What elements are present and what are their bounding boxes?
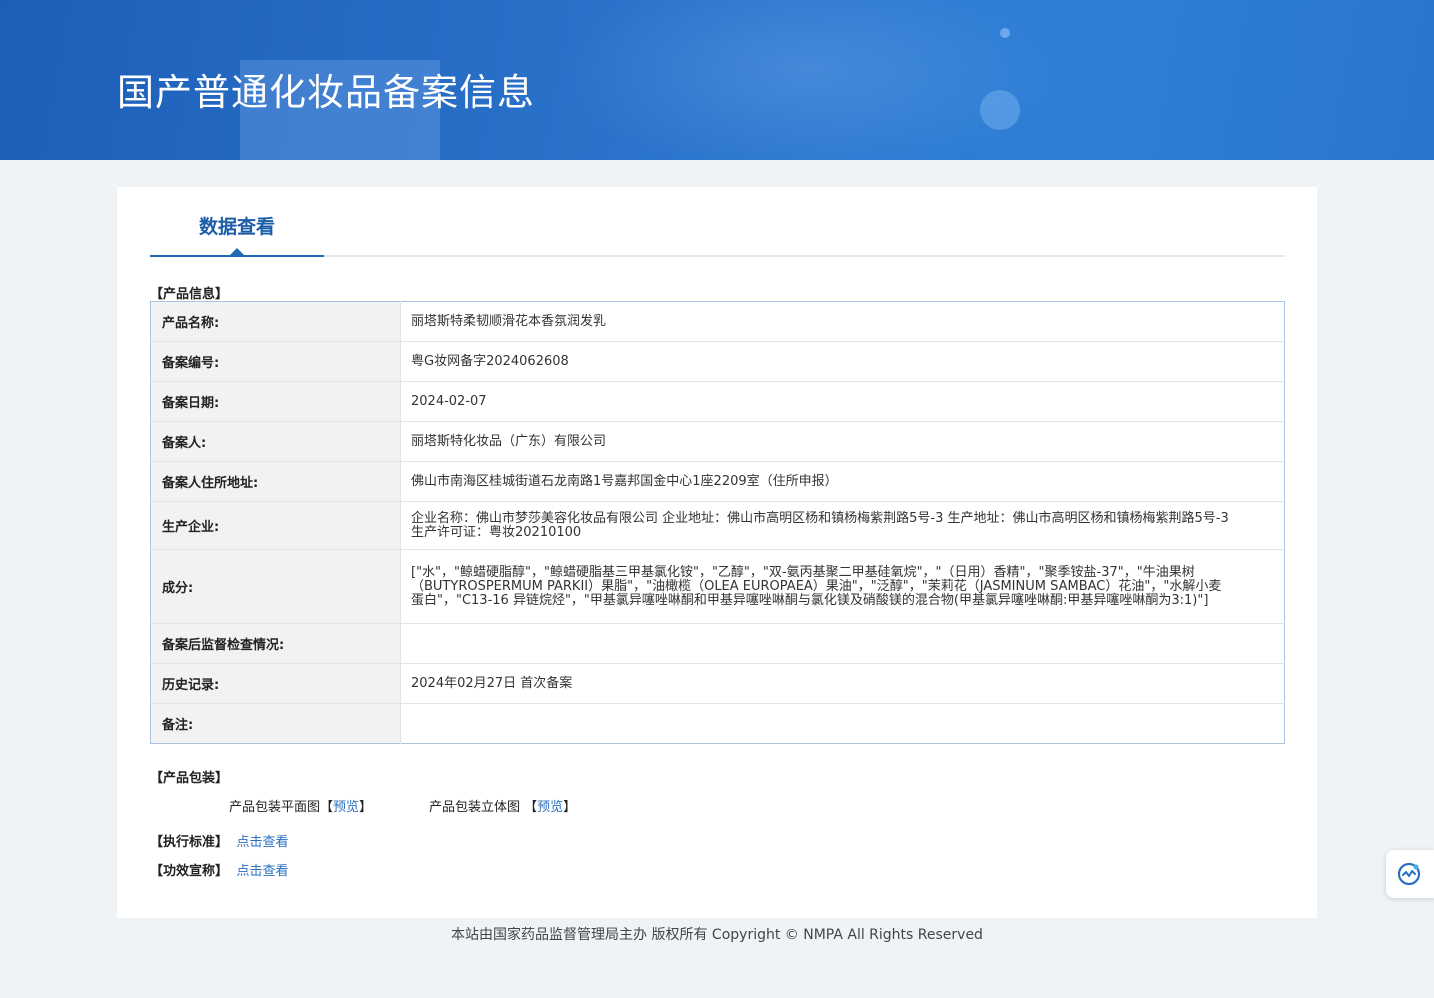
tab-data-view[interactable]: 数据查看 [150, 212, 324, 257]
section-standard: 【执行标准】 点击查看 [150, 831, 289, 850]
table-row: 产品名称: 丽塔斯特柔韧顺滑花本香氛润发乳 [150, 301, 1285, 342]
efficacy-label: 【功效宣称】 [150, 864, 229, 879]
field-label: 备案人住所地址: [150, 461, 401, 502]
table-row: 备案人: 丽塔斯特化妆品（广东）有限公司 [150, 421, 1285, 462]
content-card: 数据查看 【产品信息】 产品名称: 丽塔斯特柔韧顺滑花本香氛润发乳 备案编号: … [117, 187, 1317, 918]
banner-decoration [980, 90, 1020, 130]
footer-copyright: 本站由国家药品监督管理局主办 版权所有 Copyright © NMPA All… [451, 927, 983, 943]
table-row: 成分: ["水"，"鲸蜡硬脂醇"，"鲸蜡硬脂基三甲基氯化铵"，"乙醇"，"双-氨… [150, 549, 1285, 624]
efficacy-view-link[interactable]: 点击查看 [237, 864, 289, 879]
product-info-table: 产品名称: 丽塔斯特柔韧顺滑花本香氛润发乳 备案编号: 粤G妆网备字202406… [150, 301, 1285, 744]
table-row: 备案人住所地址: 佛山市南海区桂城街道石龙南路1号嘉邦国金中心1座2209室（住… [150, 461, 1285, 502]
table-row: 备案编号: 粤G妆网备字2024062608 [150, 341, 1285, 382]
field-value: 粤G妆网备字2024062608 [400, 341, 1285, 382]
tab-bar: 数据查看 [150, 212, 1285, 257]
field-value: 2024-02-07 [400, 381, 1285, 422]
field-value: 佛山市南海区桂城街道石龙南路1号嘉邦国金中心1座2209室（住所申报） [400, 461, 1285, 502]
section-product-packaging: 【产品包装】 [150, 771, 229, 786]
table-row: 备案日期: 2024-02-07 [150, 381, 1285, 422]
field-value: 丽塔斯特柔韧顺滑花本香氛润发乳 [400, 301, 1285, 342]
field-label: 历史记录: [150, 663, 401, 704]
field-value [400, 623, 1285, 664]
header-banner: 国产普通化妆品备案信息 [0, 0, 1434, 160]
preview-flat-link[interactable]: 预览 [333, 800, 359, 815]
banner-decoration [560, 0, 1060, 160]
standard-view-link[interactable]: 点击查看 [237, 835, 289, 850]
packaging-flat-item: 产品包装平面图【预览】 [229, 800, 373, 815]
standard-label: 【执行标准】 [150, 835, 229, 850]
table-row: 备案后监督检查情况: [150, 623, 1285, 664]
field-label: 备案日期: [150, 381, 401, 422]
field-value: 2024年02月27日 首次备案 [400, 663, 1285, 704]
field-label: 备案后监督检查情况: [150, 623, 401, 664]
floating-assistant-button[interactable] [1386, 850, 1434, 898]
section-efficacy: 【功效宣称】 点击查看 [150, 860, 289, 879]
field-label: 备案编号: [150, 341, 401, 382]
field-label: 备案人: [150, 421, 401, 462]
field-value: 丽塔斯特化妆品（广东）有限公司 [400, 421, 1285, 462]
field-label: 成分: [150, 549, 401, 624]
section-product-info: 【产品信息】 [150, 287, 229, 302]
table-row: 备注: [150, 703, 1285, 744]
banner-decoration [1000, 28, 1010, 38]
tab-label: 数据查看 [198, 216, 275, 238]
field-label: 备注: [150, 703, 401, 744]
field-value [401, 704, 1285, 744]
preview-solid-link[interactable]: 预览 [537, 800, 563, 815]
table-row: 历史记录: 2024年02月27日 首次备案 [150, 663, 1285, 704]
tab-indicator-caret [230, 248, 244, 255]
ai-assistant-icon [1397, 862, 1421, 886]
packaging-solid-item: 产品包装立体图 【预览】 [429, 800, 577, 815]
field-value: ["水"，"鲸蜡硬脂醇"，"鲸蜡硬脂基三甲基氯化铵"，"乙醇"，"双-氨丙基聚二… [400, 549, 1285, 624]
field-label: 产品名称: [150, 301, 401, 342]
table-row: 生产企业: 企业名称：佛山市梦莎美容化妆品有限公司 企业地址：佛山市高明区杨和镇… [150, 501, 1285, 550]
field-label: 生产企业: [150, 501, 401, 550]
packaging-flat-label: 产品包装平面图 [229, 800, 321, 815]
field-value: 企业名称：佛山市梦莎美容化妆品有限公司 企业地址：佛山市高明区杨和镇杨梅紫荆路5… [400, 501, 1285, 550]
page-title: 国产普通化妆品备案信息 [117, 71, 535, 114]
packaging-solid-label: 产品包装立体图 [429, 800, 521, 815]
